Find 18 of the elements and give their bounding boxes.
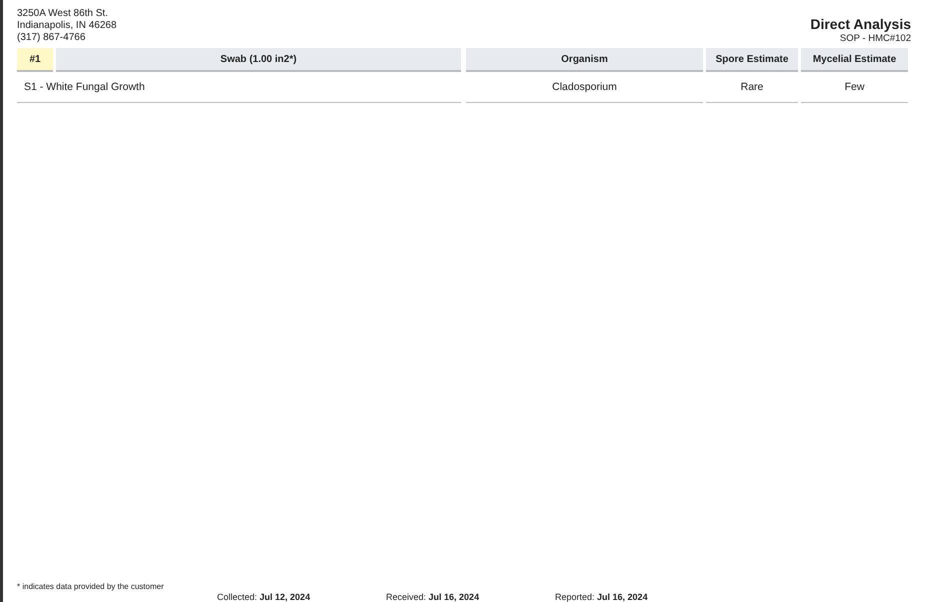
date-field: Collected: Jul 12, 2024	[217, 592, 386, 602]
report-subtitle: SOP - HMC#102	[838, 33, 911, 44]
table-cell: S1 - White Fungal Growth	[17, 72, 461, 103]
table-cell: Few	[801, 72, 908, 103]
address-line: Indianapolis, IN 46268	[17, 20, 117, 32]
column-header: #1	[17, 48, 53, 72]
footnote: * indicates data provided by the customer	[17, 582, 164, 591]
table-cell: Cladosporium	[466, 72, 703, 103]
report-title: Direct Analysis	[810, 16, 911, 32]
address-line: 3250A West 86th St.	[17, 8, 109, 20]
address-line: (317) 867-4766	[17, 32, 86, 44]
column-header: Mycelial Estimate	[801, 48, 908, 72]
date-field: Received: Jul 16, 2024	[386, 592, 555, 602]
column-header: Spore Estimate	[706, 48, 798, 72]
column-header: Organism	[466, 48, 703, 72]
date-field: Reported: Jul 16, 2024	[555, 592, 724, 602]
table-cell: Rare	[706, 72, 798, 103]
column-header: Swab (1.00 in2*)	[56, 48, 461, 72]
